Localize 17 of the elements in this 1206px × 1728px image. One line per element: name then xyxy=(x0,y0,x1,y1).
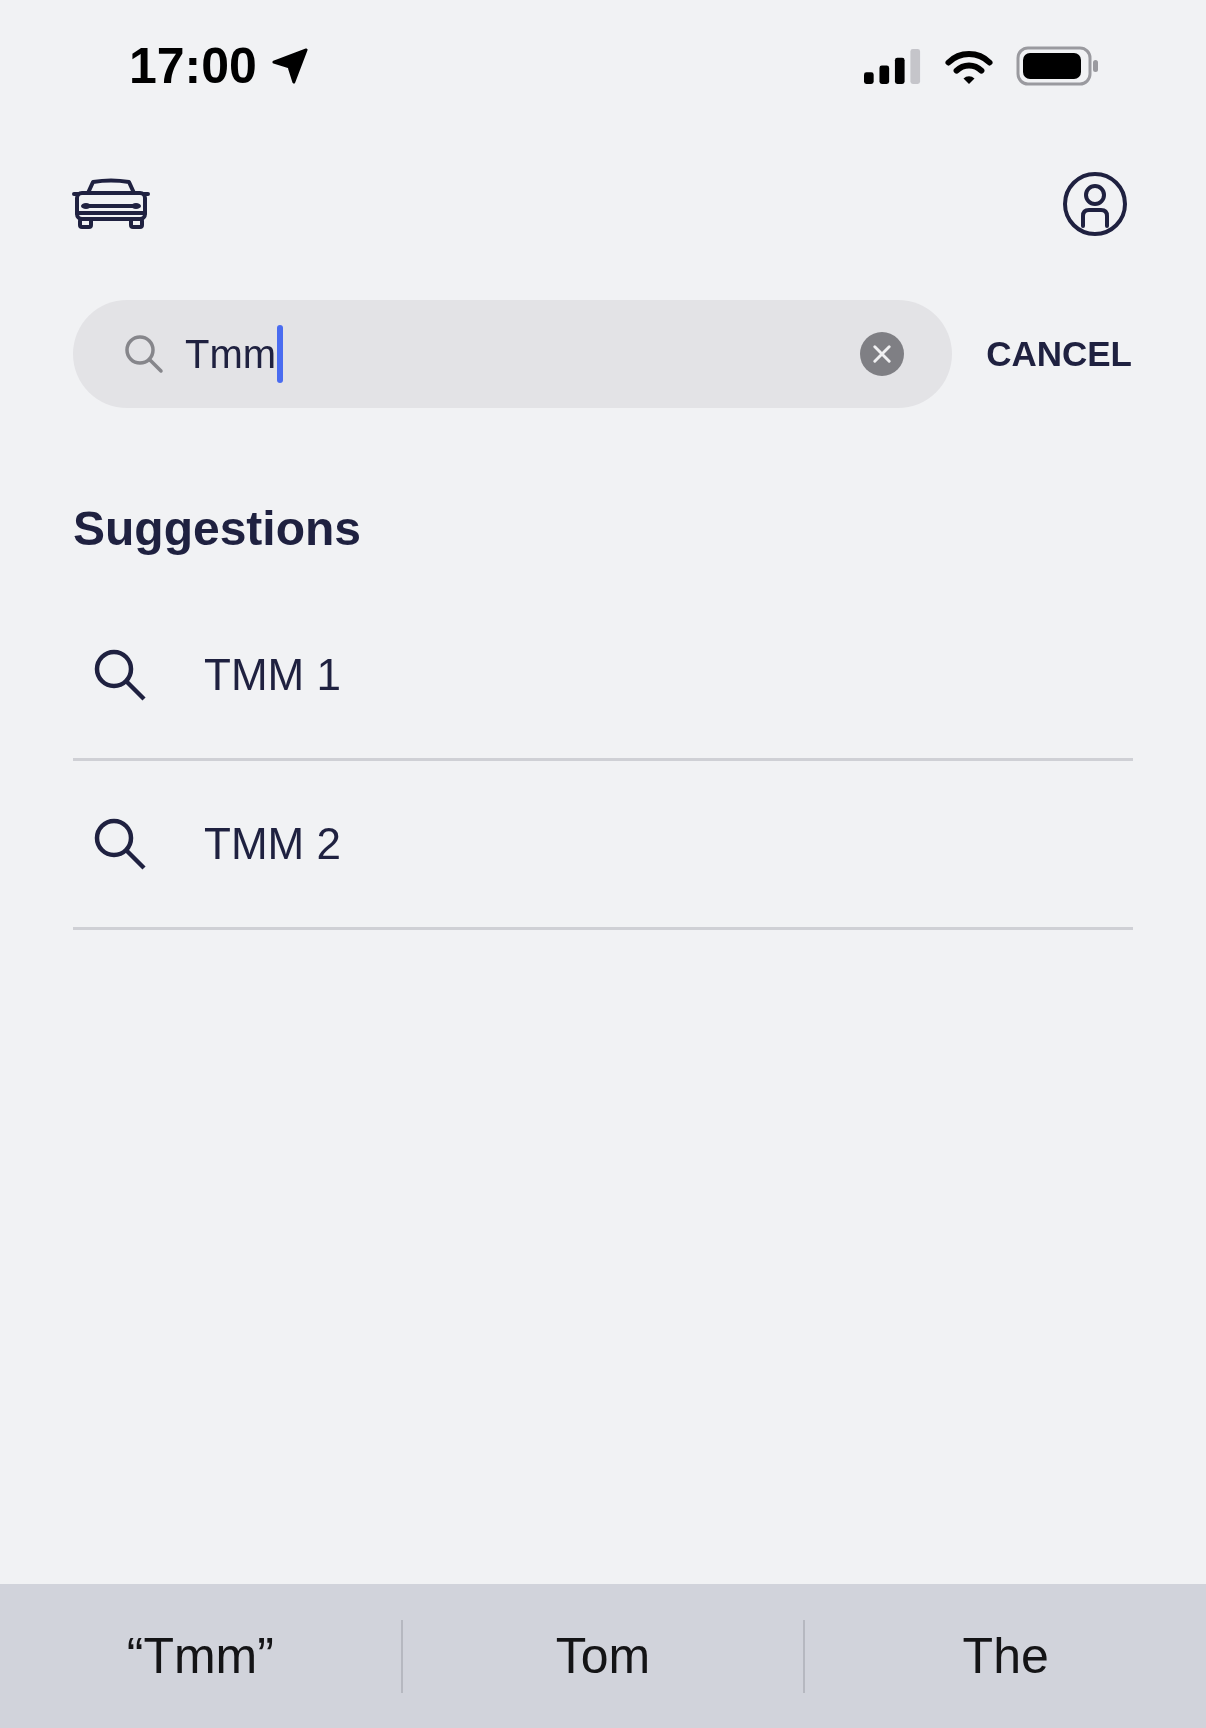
close-icon xyxy=(873,345,891,363)
keyboard-suggestion[interactable]: Tom xyxy=(551,1626,655,1686)
search-field[interactable]: Tmm xyxy=(73,300,952,408)
suggestion-item[interactable]: TMM 1 xyxy=(73,591,1133,761)
signal-icon xyxy=(864,48,922,84)
suggestion-item[interactable]: TMM 2 xyxy=(73,760,1133,930)
profile-icon[interactable] xyxy=(1062,171,1128,237)
clear-button[interactable] xyxy=(860,332,904,376)
search-icon xyxy=(123,333,165,375)
status-time: 17:00 xyxy=(129,41,257,91)
battery-icon xyxy=(1016,46,1100,86)
keyboard-suggestion[interactable]: “Tmm” xyxy=(122,1626,278,1686)
car-icon[interactable] xyxy=(72,177,150,231)
location-arrow-icon xyxy=(270,47,309,85)
cancel-button[interactable]: CANCEL xyxy=(986,333,1132,375)
keyboard-suggestion[interactable]: The xyxy=(958,1626,1053,1686)
section-heading: Suggestions xyxy=(73,501,363,557)
